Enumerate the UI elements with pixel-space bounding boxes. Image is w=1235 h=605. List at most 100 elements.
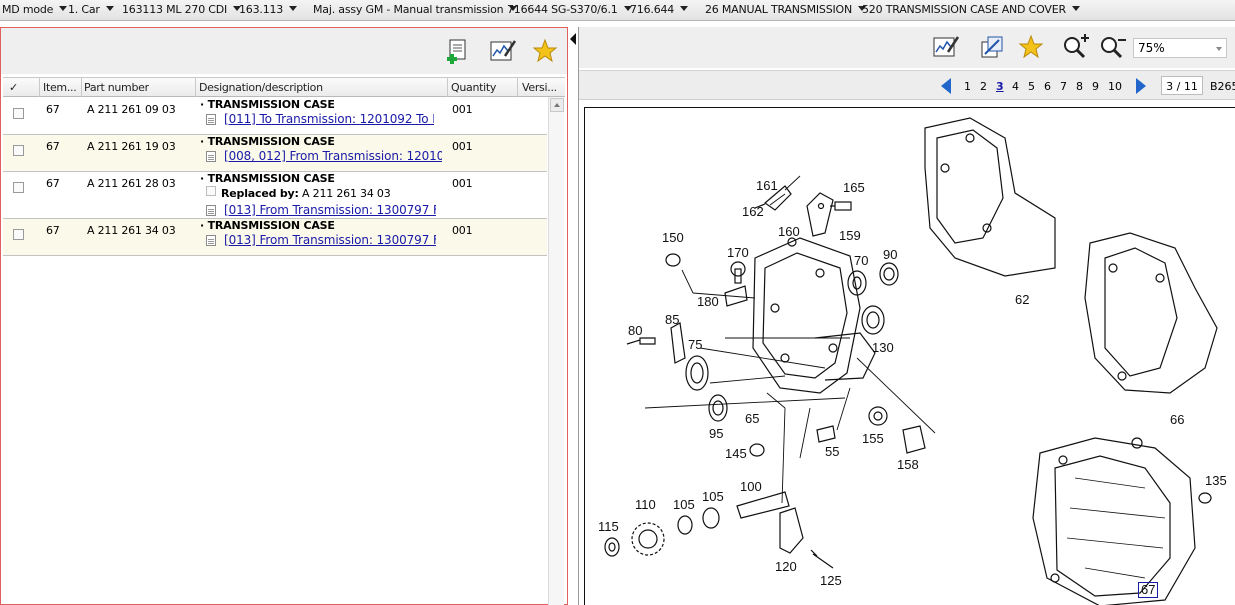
column-header-item[interactable]: Item... bbox=[43, 81, 79, 94]
exploded-view-drawing[interactable]: 161 165 162 160 159 150 170 70 90 180 62… bbox=[584, 107, 1235, 605]
breadcrumb-item-group[interactable]: 26 MANUAL TRANSMISSION bbox=[705, 3, 867, 16]
callout-95[interactable]: 95 bbox=[709, 426, 723, 441]
breadcrumb-item-car[interactable]: 1. Car bbox=[68, 3, 114, 16]
document-icon bbox=[206, 235, 216, 246]
callout-180[interactable]: 180 bbox=[697, 294, 719, 309]
callout-159[interactable]: 159 bbox=[839, 228, 861, 243]
row-checkbox[interactable] bbox=[13, 108, 24, 119]
page-link-8[interactable]: 8 bbox=[1076, 80, 1083, 93]
document-icon bbox=[206, 151, 216, 162]
callout-66[interactable]: 66 bbox=[1170, 412, 1184, 427]
chevron-down-icon bbox=[1216, 47, 1222, 51]
next-page-button[interactable] bbox=[1136, 78, 1146, 94]
drawing-favorites-button[interactable] bbox=[1016, 32, 1046, 62]
replacement-info: Replaced by: A 211 261 34 03 bbox=[221, 187, 391, 200]
document-icon bbox=[206, 114, 216, 125]
page-link-4[interactable]: 4 bbox=[1012, 80, 1019, 93]
callout-160[interactable]: 160 bbox=[778, 224, 800, 239]
breadcrumb-item-transmission-code[interactable]: 716644 SG-S370/6.1 bbox=[507, 3, 632, 16]
callout-130[interactable]: 130 bbox=[872, 340, 894, 355]
callout-62[interactable]: 62 bbox=[1015, 292, 1029, 307]
row-checkbox[interactable] bbox=[13, 229, 24, 240]
callout-67-selected[interactable]: 67 bbox=[1138, 582, 1159, 598]
callout-105[interactable]: 105 bbox=[702, 489, 724, 504]
column-header-check[interactable]: ✓ bbox=[9, 81, 18, 94]
scroll-up-button[interactable] bbox=[550, 98, 564, 112]
callout-85[interactable]: 85 bbox=[665, 312, 679, 327]
page-link-5[interactable]: 5 bbox=[1028, 80, 1035, 93]
callout-125[interactable]: 125 bbox=[820, 573, 842, 588]
page-link-7[interactable]: 7 bbox=[1060, 80, 1067, 93]
breadcrumb-item-model[interactable]: 163113 ML 270 CDI bbox=[122, 3, 242, 16]
callout-90[interactable]: 90 bbox=[883, 247, 897, 262]
callout-105[interactable]: 105 bbox=[673, 497, 695, 512]
breadcrumb-item-chassis[interactable]: 163.113 bbox=[239, 3, 298, 16]
callout-150[interactable]: 150 bbox=[662, 230, 684, 245]
part-designation: · TRANSMISSION CASE bbox=[200, 135, 335, 148]
callout-100[interactable]: 100 bbox=[740, 479, 762, 494]
breadcrumb-item-transmission-model[interactable]: 716.644 bbox=[630, 3, 689, 16]
previous-page-button[interactable] bbox=[941, 78, 951, 94]
breadcrumb-item-md-mode[interactable]: MD mode bbox=[2, 3, 68, 16]
callout-70[interactable]: 70 bbox=[854, 253, 868, 268]
callout-158[interactable]: 158 bbox=[897, 457, 919, 472]
page-link-10[interactable]: 10 bbox=[1108, 80, 1122, 93]
table-row[interactable]: 67 A 211 261 09 03 · TRANSMISSION CASE [… bbox=[3, 97, 547, 135]
row-checkbox[interactable] bbox=[13, 145, 24, 156]
column-header-designation[interactable]: Designation/description bbox=[199, 81, 323, 94]
fit-view-icon bbox=[981, 36, 1003, 58]
zoom-out-button[interactable] bbox=[1098, 32, 1128, 62]
part-designation: · TRANSMISSION CASE bbox=[200, 172, 335, 185]
notes-button[interactable] bbox=[488, 36, 518, 66]
callout-145[interactable]: 145 bbox=[725, 446, 747, 461]
page-link-2[interactable]: 2 bbox=[980, 80, 987, 93]
callout-165[interactable]: 165 bbox=[843, 180, 865, 195]
breadcrumb-item-major-assembly[interactable]: Maj. assy GM - Manual transmission bbox=[313, 3, 518, 16]
callout-161[interactable]: 161 bbox=[756, 178, 778, 193]
callout-110[interactable]: 110 bbox=[635, 497, 656, 512]
replaced-by-value[interactable]: A 211 261 34 03 bbox=[302, 187, 391, 200]
part-title: TRANSMISSION CASE bbox=[207, 172, 335, 185]
drawing-notes-button[interactable] bbox=[931, 32, 961, 62]
transmission-range-link[interactable]: [011] To Transmission: 1201092 To D bbox=[224, 112, 434, 126]
callout-120[interactable]: 120 bbox=[775, 559, 797, 574]
page-indicator[interactable]: 3 / 11 bbox=[1161, 76, 1203, 95]
vertical-scrollbar[interactable] bbox=[548, 97, 564, 605]
callout-155[interactable]: 155 bbox=[862, 431, 884, 446]
panel-splitter[interactable] bbox=[568, 27, 578, 605]
callout-65[interactable]: 65 bbox=[745, 411, 759, 426]
zoom-level-value: 75% bbox=[1138, 41, 1165, 55]
page-link-3-current[interactable]: 3 bbox=[996, 80, 1004, 93]
callout-170[interactable]: 170 bbox=[727, 245, 749, 260]
table-row[interactable]: 67 A 211 261 34 03 · TRANSMISSION CASE [… bbox=[3, 219, 547, 256]
fit-view-button[interactable] bbox=[977, 32, 1007, 62]
column-header-version[interactable]: Versi... bbox=[522, 81, 564, 94]
column-header-part-number[interactable]: Part number bbox=[84, 81, 149, 94]
collapse-left-icon[interactable] bbox=[570, 33, 576, 45]
zoom-in-button[interactable] bbox=[1061, 32, 1091, 62]
breadcrumb-label: Maj. assy GM - Manual transmission bbox=[313, 3, 504, 16]
table-row[interactable]: 67 A 211 261 28 03 · TRANSMISSION CASE R… bbox=[3, 172, 547, 219]
page-link-6[interactable]: 6 bbox=[1044, 80, 1051, 93]
breadcrumb-item-subgroup[interactable]: 520 TRANSMISSION CASE AND COVER bbox=[862, 3, 1080, 16]
page-link-9[interactable]: 9 bbox=[1092, 80, 1099, 93]
row-checkbox[interactable] bbox=[13, 182, 24, 193]
callout-135[interactable]: 135 bbox=[1205, 473, 1227, 488]
transmission-range-link[interactable]: [013] From Transmission: 1300797 Fr bbox=[224, 203, 436, 217]
replaced-by-label: Replaced by: bbox=[221, 187, 299, 200]
transmission-range-link[interactable]: [008, 012] From Transmission: 120109 bbox=[224, 149, 442, 163]
column-header-quantity[interactable]: Quantity bbox=[451, 81, 496, 94]
favorites-button[interactable] bbox=[530, 36, 560, 66]
chevron-down-icon bbox=[289, 6, 298, 11]
item-number: 67 bbox=[46, 103, 60, 116]
transmission-range-link[interactable]: [013] From Transmission: 1300797 Fr bbox=[224, 233, 436, 247]
callout-75[interactable]: 75 bbox=[688, 337, 702, 352]
add-to-list-button[interactable] bbox=[443, 37, 473, 67]
callout-162[interactable]: 162 bbox=[742, 204, 764, 219]
callout-80[interactable]: 80 bbox=[628, 323, 642, 338]
table-row[interactable]: 67 A 211 261 19 03 · TRANSMISSION CASE [… bbox=[3, 135, 547, 172]
page-link-1[interactable]: 1 bbox=[964, 80, 971, 93]
callout-55[interactable]: 55 bbox=[825, 444, 839, 459]
zoom-level-select[interactable]: 75% bbox=[1133, 38, 1227, 58]
callout-115[interactable]: 115 bbox=[598, 519, 619, 534]
